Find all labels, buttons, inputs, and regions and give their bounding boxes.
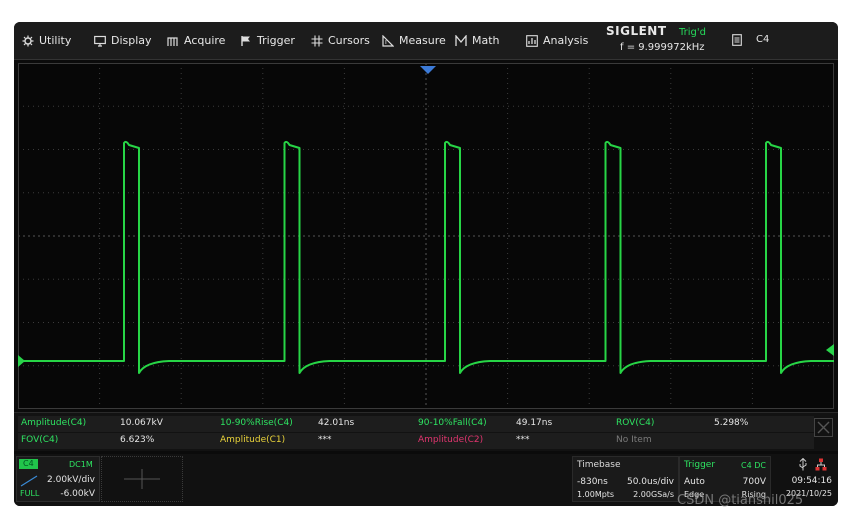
close-icon[interactable]	[814, 418, 833, 437]
timebase-sample-rate: 2.00GSa/s	[633, 490, 674, 499]
measurement-label[interactable]: 10-90%Rise(C4)	[220, 418, 293, 428]
acquire-icon	[167, 36, 178, 46]
frequency-readout: f = 9.999972kHz	[620, 42, 705, 53]
measurement-value: 42.01ns	[318, 418, 355, 428]
measurement-value: 10.067kV	[120, 418, 163, 428]
menu-utility[interactable]: Utility	[22, 22, 71, 59]
timebase-box[interactable]: Timebase -830ns 50.0us/div 1.00Mpts 2.00…	[572, 456, 679, 502]
channel-bandwidth-mode: FULL	[20, 489, 40, 498]
measurement-value: 6.623%	[120, 435, 155, 445]
brand-status: SIGLENT Trig'd f = 9.999972kHz	[602, 24, 708, 57]
menu-display-label: Display	[111, 34, 152, 47]
menu-math-label: Math	[472, 34, 500, 47]
watermark: CSDN @tianshil025	[677, 493, 804, 508]
timebase-div: 50.0us/div	[626, 477, 674, 487]
menu-analysis[interactable]: Analysis	[526, 22, 588, 59]
measurement-value: ***	[318, 435, 332, 445]
trigger-source: C4 DC	[741, 461, 766, 470]
monitor-icon	[94, 35, 106, 47]
measurement-label[interactable]: FOV(C4)	[21, 435, 58, 445]
menu-analysis-label: Analysis	[543, 34, 589, 47]
measurement-row-1: Amplitude(C4) 10.067kV 10-90%Rise(C4) 42…	[18, 416, 814, 432]
timebase-title: Timebase	[577, 460, 621, 470]
measurement-value: ***	[516, 435, 530, 445]
trigger-level: 700V	[742, 477, 766, 487]
menu-trigger[interactable]: Trigger	[240, 22, 295, 59]
timebase-delay: -830ns	[577, 477, 608, 487]
measurement-value: 5.298%	[714, 418, 749, 428]
oscilloscope-screen: Utility Display Acquire Trigger Cursors …	[14, 22, 838, 506]
trigger-mode: Auto	[684, 477, 705, 487]
math-icon	[455, 34, 467, 46]
flag-icon	[241, 35, 250, 46]
menu-measure-label: Measure	[399, 34, 446, 47]
waveform-grid[interactable]	[18, 63, 834, 409]
measurement-label[interactable]: 90-10%Fall(C4)	[418, 418, 487, 428]
channel-tag: C4	[19, 459, 38, 469]
network-icon[interactable]	[815, 458, 827, 471]
menu-cursors-label: Cursors	[328, 34, 370, 47]
menu-acquire[interactable]: Acquire	[167, 22, 225, 59]
menu-utility-label: Utility	[39, 34, 72, 47]
measurement-label[interactable]: Amplitude(C1)	[220, 435, 285, 445]
document-icon[interactable]	[732, 34, 742, 46]
menu-acquire-label: Acquire	[184, 34, 226, 47]
trigger-title: Trigger	[684, 460, 716, 470]
cursors-icon	[311, 35, 323, 46]
ruler-icon	[382, 34, 394, 47]
timebase-memory-depth: 1.00Mpts	[577, 490, 615, 499]
add-channel-slot[interactable]	[101, 456, 183, 502]
channel-offset: -6.00kV	[60, 489, 95, 499]
brand-logo: SIGLENT	[606, 24, 667, 38]
measurement-row-2: FOV(C4) 6.623% Amplitude(C1) *** Amplitu…	[18, 433, 814, 449]
header-channel-label[interactable]: C4	[756, 34, 769, 45]
measurement-label[interactable]: Amplitude(C4)	[21, 418, 86, 428]
measurement-panel: Amplitude(C4) 10.067kV 10-90%Rise(C4) 42…	[14, 412, 838, 451]
menu-display[interactable]: Display	[94, 22, 152, 59]
gear-icon	[22, 35, 34, 46]
menu-math[interactable]: Math	[455, 22, 500, 59]
measurement-label[interactable]: Amplitude(C2)	[418, 435, 483, 445]
analysis-icon	[526, 34, 538, 47]
measurement-label[interactable]: No Item	[616, 435, 652, 445]
channel-info-box[interactable]: C4 DC1M 2.00kV/div FULL -6.00kV	[16, 456, 100, 502]
menu-trigger-label: Trigger	[257, 34, 295, 47]
trigger-status: Trig'd	[679, 27, 706, 38]
channel-trace-icon	[20, 475, 38, 487]
menu-cursors[interactable]: Cursors	[311, 22, 370, 59]
clock-time: 09:54:16	[791, 476, 832, 486]
menu-bar: Utility Display Acquire Trigger Cursors …	[14, 22, 838, 60]
menu-measure[interactable]: Measure	[382, 22, 446, 59]
measurement-value: 49.17ns	[516, 418, 553, 428]
channel-vdiv: 2.00kV/div	[47, 475, 95, 485]
usb-icon	[799, 458, 807, 471]
measurement-label[interactable]: ROV(C4)	[616, 418, 654, 428]
channel-coupling: DC1M	[69, 460, 93, 469]
